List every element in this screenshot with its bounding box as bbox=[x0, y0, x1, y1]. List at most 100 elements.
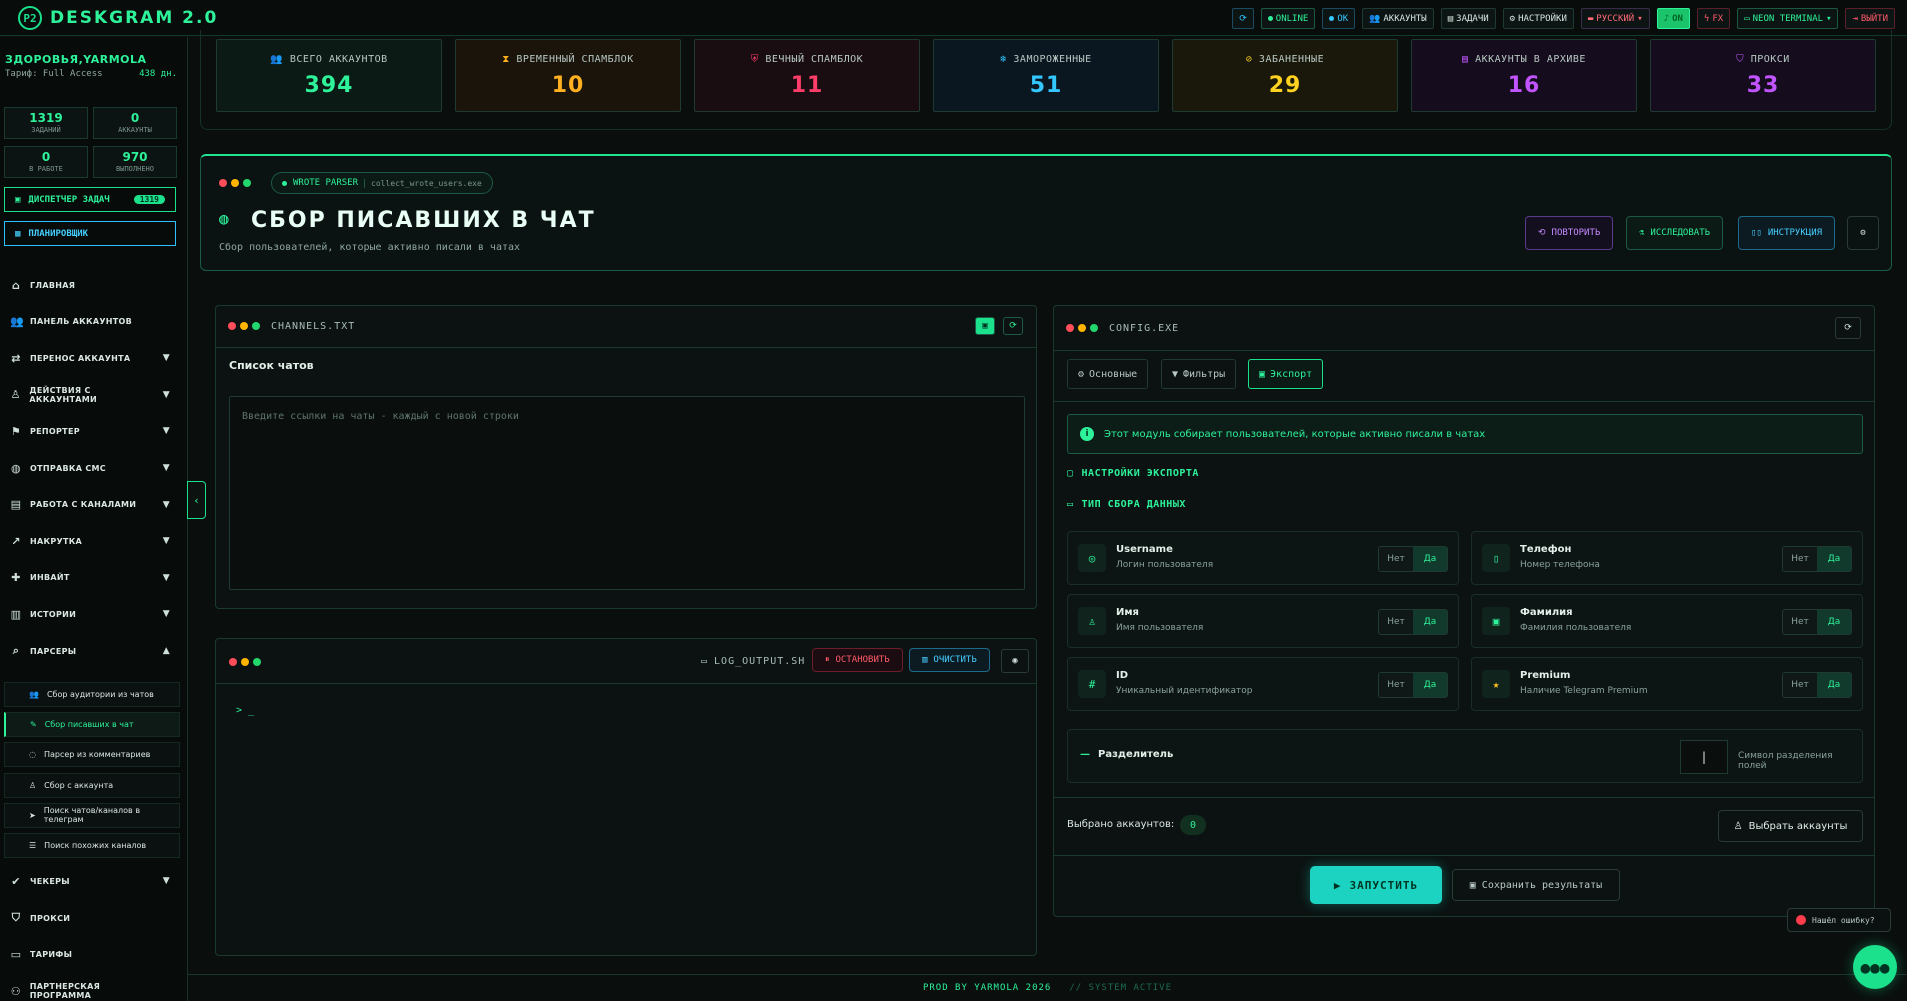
refresh-button[interactable]: ⟳ bbox=[1232, 8, 1254, 29]
sidebar-item-2-nav[interactable]: ⇄ ПЕРЕНОС АККАУНТА ▼ bbox=[10, 348, 170, 368]
toggle-yes[interactable]: Да bbox=[1413, 610, 1447, 634]
sidebar-item-2-nav2[interactable]: ▭ ТАРИФЫ bbox=[10, 945, 170, 965]
top-actions: ⟳ ONLINE OK 👥 АККАУНТЫ ▤ ЗАДАЧИ ⚙ НАСТРОЙКИ… bbox=[1232, 8, 1895, 29]
sidebar-subitem-0[interactable]: 👥 Сбор аудитории из чатов bbox=[4, 681, 180, 707]
fx-toggle[interactable]: ϟ FX bbox=[1696, 8, 1731, 29]
sidebar-item-7-nav[interactable]: ↗ НАКРУТКА ▼ bbox=[10, 531, 170, 551]
sidebar-item-0-nav2[interactable]: ✔ ЧЕКЕРЫ ▼ bbox=[10, 871, 170, 891]
sidebar-subitem-4[interactable]: ➤ Поиск чатов/каналов в телеграм bbox=[4, 802, 180, 828]
tasks-button[interactable]: ▤ ЗАДАЧИ bbox=[1440, 8, 1496, 29]
sound-toggle[interactable]: ♪ ON bbox=[1656, 8, 1690, 29]
search-icon: ⌕ bbox=[12, 644, 20, 657]
toggle-no[interactable]: Нет bbox=[1783, 610, 1817, 634]
tab-filters[interactable]: ▼ Фильтры bbox=[1161, 359, 1237, 389]
tab-export[interactable]: ▣ Экспорт bbox=[1248, 359, 1324, 389]
sidebar-collapse-button[interactable]: ‹ bbox=[187, 481, 206, 519]
file-icon: ▢ bbox=[1067, 468, 1074, 479]
log-panel: ▭ LOG_OUTPUT.SH ⏸ ОСТАНОВИТЬ ▥ ОЧИСТИТЬ ◉ >… bbox=[215, 638, 1037, 956]
log-file-name: ▭ LOG_OUTPUT.SH bbox=[701, 656, 806, 667]
box-icon: ▭ bbox=[1067, 499, 1074, 510]
toggle-no[interactable]: Нет bbox=[1379, 610, 1413, 634]
partner-icon: ⚇ bbox=[10, 984, 21, 998]
light-yellow-icon bbox=[231, 179, 239, 187]
toggle-yes[interactable]: Да bbox=[1413, 673, 1447, 697]
kpi-card-3[interactable]: ❄ ЗАМОРОЖЕННЫЕ 51 bbox=[933, 39, 1159, 112]
logout-button[interactable]: ⇥ ВЫЙТИ bbox=[1845, 8, 1895, 29]
kpi-card-1[interactable]: ⧗ ВРЕМЕННЫЙ СПАМБЛОК 10 bbox=[455, 39, 681, 112]
sidebar-item-5-nav[interactable]: ◍ ОТПРАВКА СМС ▼ bbox=[10, 458, 170, 478]
toggle-no[interactable]: Нет bbox=[1783, 547, 1817, 571]
sidebar-item-1-nav[interactable]: 👥 ПАНЕЛЬ АККАУНТОВ bbox=[10, 312, 170, 332]
clear-log-button[interactable]: ▥ ОЧИСТИТЬ bbox=[909, 648, 990, 672]
separator-input[interactable]: | bbox=[1680, 740, 1728, 774]
sidebar-item-0-nav[interactable]: ⌂ ГЛАВНАЯ bbox=[10, 275, 170, 295]
tasks-icon: ▤ bbox=[1447, 13, 1454, 24]
sidebar-item-6-nav[interactable]: ▤ РАБОТА С КАНАЛАМИ ▼ bbox=[10, 495, 170, 515]
sidebar-item-3-nav2[interactable]: ⚇ ПАРТНЕРСКАЯ ПРОГРАММА bbox=[10, 981, 170, 1001]
phone-icon: ▯ bbox=[1482, 544, 1510, 572]
toggle-yes[interactable]: Да bbox=[1817, 673, 1851, 697]
monitor-icon: ▭ bbox=[1744, 13, 1750, 24]
toggle-yes[interactable]: Да bbox=[1817, 610, 1851, 634]
run-button[interactable]: ▶ ЗАПУСТИТЬ bbox=[1310, 866, 1442, 904]
app-logo[interactable]: P2 DESKGRAM 2.0 bbox=[18, 6, 218, 30]
stop-button[interactable]: ⏸ ОСТАНОВИТЬ bbox=[812, 648, 903, 672]
save-icon: ▣ bbox=[1469, 879, 1476, 891]
toggle-no[interactable]: Нет bbox=[1783, 673, 1817, 697]
footer-status: // SYSTEM ACTIVE bbox=[1069, 983, 1173, 993]
sidebar-item-1-nav2[interactable]: ⛉ ПРОКСИ bbox=[10, 908, 170, 928]
theme-select[interactable]: ▭ NEON TERMINAL ▾ bbox=[1737, 8, 1839, 29]
kpi-card-5[interactable]: ▤ АККАУНТЫ В АРХИВЕ 16 bbox=[1411, 39, 1637, 112]
footer: PROD BY YARMOLA 2026 // SYSTEM ACTIVE bbox=[188, 974, 1907, 1001]
card-icon: ▭ bbox=[10, 948, 22, 962]
config-refresh-button[interactable]: ⟳ bbox=[1835, 317, 1861, 339]
sidebar-subitem-5[interactable]: ☰ Поиск похожих каналов bbox=[4, 833, 180, 859]
save-icon: ▣ bbox=[982, 321, 988, 331]
kpi-card-2[interactable]: ⛨ ВЕЧНЫЙ СПАМБЛОК 11 bbox=[694, 39, 920, 112]
toggle-yes[interactable]: Да bbox=[1817, 547, 1851, 571]
tag-dot-icon bbox=[282, 180, 287, 186]
accounts-button[interactable]: 👥 АККАУНТЫ bbox=[1362, 8, 1434, 29]
yes-no-toggle: Нет Да bbox=[1378, 546, 1448, 572]
caret-icon: ▼ bbox=[162, 536, 170, 547]
choose-accounts-button[interactable]: ♙ Выбрать аккаунты bbox=[1718, 810, 1863, 842]
kpi-card-6[interactable]: ⛉ ПРОКСИ 33 bbox=[1650, 39, 1876, 112]
sidebar-subitem-1[interactable]: ✎ Сбор писавших в чат bbox=[4, 711, 180, 737]
light-green-icon bbox=[252, 322, 260, 330]
header-settings-button[interactable]: ⚙ bbox=[1847, 216, 1879, 250]
language-select[interactable]: ▬ РУССКИЙ ▾ bbox=[1580, 8, 1650, 29]
panel-divider bbox=[1054, 350, 1874, 351]
sidebar-item-3-nav[interactable]: ♙ ДЕЙСТВИЯ С АККАУНТАМИ ▼ bbox=[10, 385, 170, 405]
task-dispatcher-button[interactable]: ▣ ДИСПЕТЧЕР ЗАДАЧ 1319 bbox=[4, 187, 176, 212]
kpi-value: 10 bbox=[551, 72, 585, 98]
sidebar-subitem-2[interactable]: ◌ Парсер из комментариев bbox=[4, 742, 180, 768]
channels-input[interactable] bbox=[229, 396, 1025, 590]
user-icon: ♙ bbox=[29, 780, 37, 790]
sidebar-item-4-nav[interactable]: ⚑ РЕПОРТЕР ▼ bbox=[10, 421, 170, 441]
channels-refresh-button[interactable]: ⟳ bbox=[1003, 317, 1023, 335]
guide-button[interactable]: ▯▯ ИНСТРУКЦИЯ bbox=[1738, 216, 1836, 250]
toggle-log-button[interactable]: ◉ bbox=[1001, 649, 1029, 673]
toggle-yes[interactable]: Да bbox=[1413, 547, 1447, 571]
kpi-card-4[interactable]: ⊘ ЗАБАНЕННЫЕ 29 bbox=[1172, 39, 1398, 112]
toggle-no[interactable]: Нет bbox=[1379, 547, 1413, 571]
sidebar-subitem-3[interactable]: ♙ Сбор с аккаунта bbox=[4, 772, 180, 798]
toggle-no[interactable]: Нет bbox=[1379, 673, 1413, 697]
settings-button[interactable]: ⚙ НАСТРОЙКИ bbox=[1502, 8, 1574, 29]
kpi-card-0[interactable]: 👥 ВСЕГО АККАУНТОВ 394 bbox=[216, 39, 442, 112]
ok-status: OK bbox=[1322, 8, 1356, 29]
sidebar-item-10-nav[interactable]: ⌕ ПАРСЕРЫ ▲ bbox=[10, 641, 170, 661]
clipboard-icon: ▣ bbox=[15, 194, 21, 205]
explore-button[interactable]: ⚗ ИССЛЕДОВАТЬ bbox=[1626, 216, 1724, 250]
sidebar-item-8-nav[interactable]: ✚ ИНВАЙТ ▼ bbox=[10, 568, 170, 588]
support-chat-button[interactable]: ●●● bbox=[1853, 945, 1897, 989]
kpi-value: 394 bbox=[304, 72, 354, 98]
planner-button[interactable]: ▦ ПЛАНИРОВЩИК bbox=[4, 221, 176, 246]
gear-icon: ⚙ bbox=[1509, 13, 1516, 24]
save-results-button[interactable]: ▣ Сохранить результаты bbox=[1452, 869, 1620, 901]
sidebar-item-9-nav[interactable]: ▥ ИСТОРИИ ▼ bbox=[10, 604, 170, 624]
repeat-button[interactable]: ⟲ ПОВТОРИТЬ bbox=[1525, 216, 1614, 250]
bug-report-button[interactable]: Нашёл ошибку? bbox=[1787, 908, 1891, 932]
channels-save-button[interactable]: ▣ bbox=[975, 317, 995, 335]
tab-main[interactable]: ⚙ Основные bbox=[1067, 359, 1149, 389]
